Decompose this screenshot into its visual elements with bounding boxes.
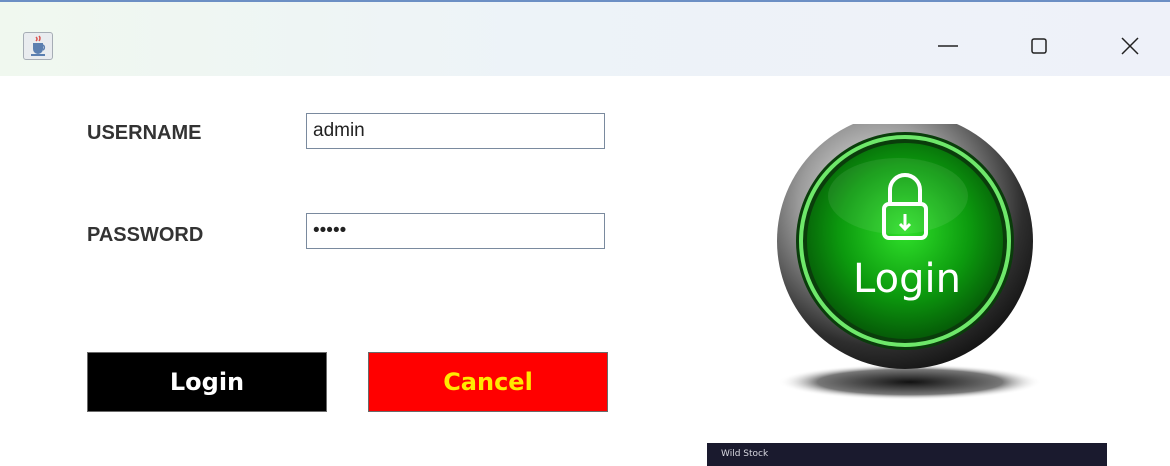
- cancel-button[interactable]: Cancel: [368, 352, 608, 412]
- close-button[interactable]: [1100, 24, 1160, 68]
- login-badge-image: Login: [777, 124, 1042, 400]
- maximize-button[interactable]: [1009, 24, 1069, 68]
- watermark-text: Wild Stock: [721, 449, 769, 459]
- password-label: PASSWORD: [87, 224, 204, 246]
- close-icon: [1121, 37, 1139, 55]
- maximize-icon: [1031, 38, 1047, 54]
- login-button[interactable]: Login: [87, 352, 327, 412]
- username-field[interactable]: [306, 113, 605, 149]
- title-bar[interactable]: [0, 0, 1170, 76]
- java-cup-icon[interactable]: [23, 32, 53, 60]
- password-field[interactable]: [306, 213, 605, 249]
- minimize-icon: [938, 45, 958, 47]
- badge-label: Login: [853, 256, 961, 302]
- username-label: USERNAME: [87, 122, 202, 144]
- minimize-button[interactable]: [918, 24, 978, 68]
- watermark-bar: Wild Stock: [707, 443, 1107, 466]
